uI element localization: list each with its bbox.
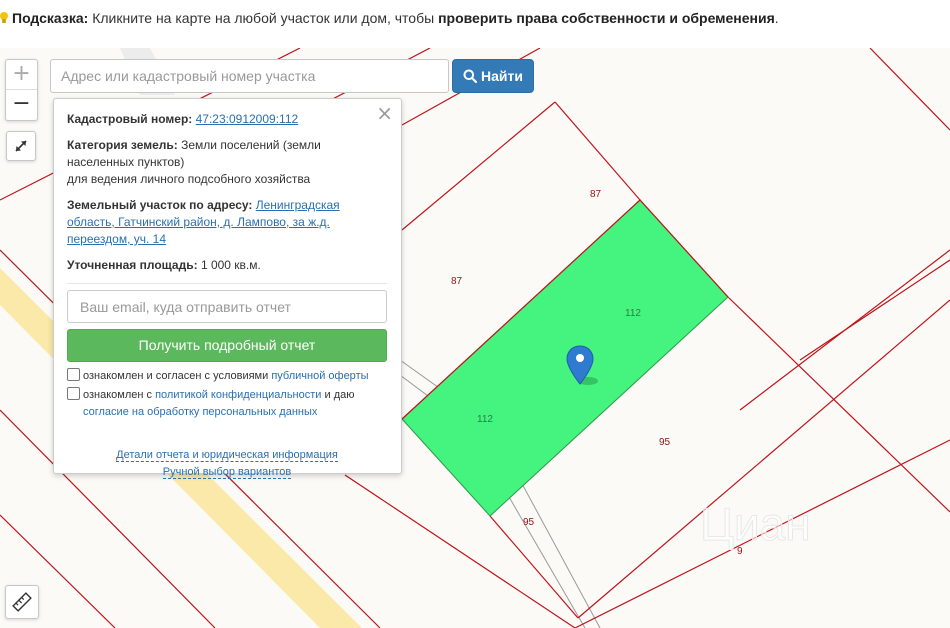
close-icon[interactable]: × xyxy=(376,103,393,123)
parcel-label: 9 xyxy=(737,546,743,557)
privacy-policy-link[interactable]: политикой конфиденциальности xyxy=(155,389,321,401)
parcel-label: 112 xyxy=(625,308,641,319)
report-details-link[interactable]: Детали отчета и юридическая информация xyxy=(116,449,338,462)
get-report-button[interactable]: Получить подробный отчет xyxy=(67,329,387,362)
search-button-label: Найти xyxy=(481,68,523,84)
parcel-label: 87 xyxy=(451,276,463,287)
divider xyxy=(67,283,387,284)
personal-data-consent-link[interactable]: согласие на обработку персональных данны… xyxy=(67,406,317,418)
privacy-text: ознакомлен с xyxy=(83,389,153,401)
category-label: Категория земель: xyxy=(67,138,178,152)
parcel-label: 95 xyxy=(659,437,671,448)
address-label: Земельный участок по адресу: xyxy=(67,198,253,212)
parcel-label: 112 xyxy=(477,414,493,425)
hint-bar: Подсказка: Кликните на карте на любой уч… xyxy=(0,0,950,36)
hint-end: . xyxy=(774,10,779,26)
selected-parcel[interactable] xyxy=(401,199,729,517)
parcel-info-popup: × Кадастровый номер: 47:23:0912009:112 К… xyxy=(53,98,402,479)
cadastral-label: Кадастровый номер: xyxy=(67,112,193,126)
email-field[interactable] xyxy=(67,290,387,323)
offer-agreement: ознакомлен и согласен с условиями публич… xyxy=(67,368,387,385)
privacy-mid-text: и даю xyxy=(324,389,355,401)
zoom-control: + − xyxy=(5,59,38,121)
measure-button[interactable] xyxy=(5,585,39,619)
category-row: Категория земель: Земли поселений (земли… xyxy=(67,137,387,188)
privacy-agreement: ознакомлен с политикой конфиденциальност… xyxy=(67,387,387,421)
map-watermark: Циан xyxy=(700,498,811,550)
fullscreen-button[interactable] xyxy=(6,131,36,161)
search-button[interactable]: Найти xyxy=(452,59,534,93)
search-icon xyxy=(463,69,478,83)
parcel-label: 95 xyxy=(523,517,535,528)
hint-label: Подсказка: xyxy=(12,10,89,26)
privacy-checkbox[interactable] xyxy=(67,387,80,400)
area-value: 1 000 кв.м. xyxy=(200,258,261,272)
footer-links: Детали отчета и юридическая информация Р… xyxy=(67,447,387,481)
offer-checkbox[interactable] xyxy=(67,368,80,381)
category-use: для ведения личного подсобного хозяйства xyxy=(67,172,311,186)
zoom-out-button[interactable]: − xyxy=(6,90,37,120)
zoom-in-button[interactable]: + xyxy=(6,60,37,90)
area-label: Уточненная площадь: xyxy=(67,258,198,272)
cadastral-row: Кадастровый номер: 47:23:0912009:112 xyxy=(67,111,387,128)
search-input[interactable] xyxy=(50,59,449,93)
expand-icon xyxy=(15,140,27,152)
offer-text: ознакомлен и согласен с условиями xyxy=(83,370,269,382)
ruler-icon xyxy=(12,592,32,612)
area-row: Уточненная площадь: 1 000 кв.м. xyxy=(67,257,387,274)
hint-bold-text: проверить права собственности и обремене… xyxy=(438,10,775,26)
public-offer-link[interactable]: публичной оферты xyxy=(271,370,368,382)
parcel-label: 87 xyxy=(590,189,602,200)
hint-text: Кликните на карте на любой участок или д… xyxy=(92,10,435,26)
manual-selection-link[interactable]: Ручной выбор вариантов xyxy=(162,466,292,479)
lightbulb-icon xyxy=(0,12,8,23)
cadastral-number-link[interactable]: 47:23:0912009:112 xyxy=(196,112,299,126)
address-row: Земельный участок по адресу: Ленинградск… xyxy=(67,197,387,248)
